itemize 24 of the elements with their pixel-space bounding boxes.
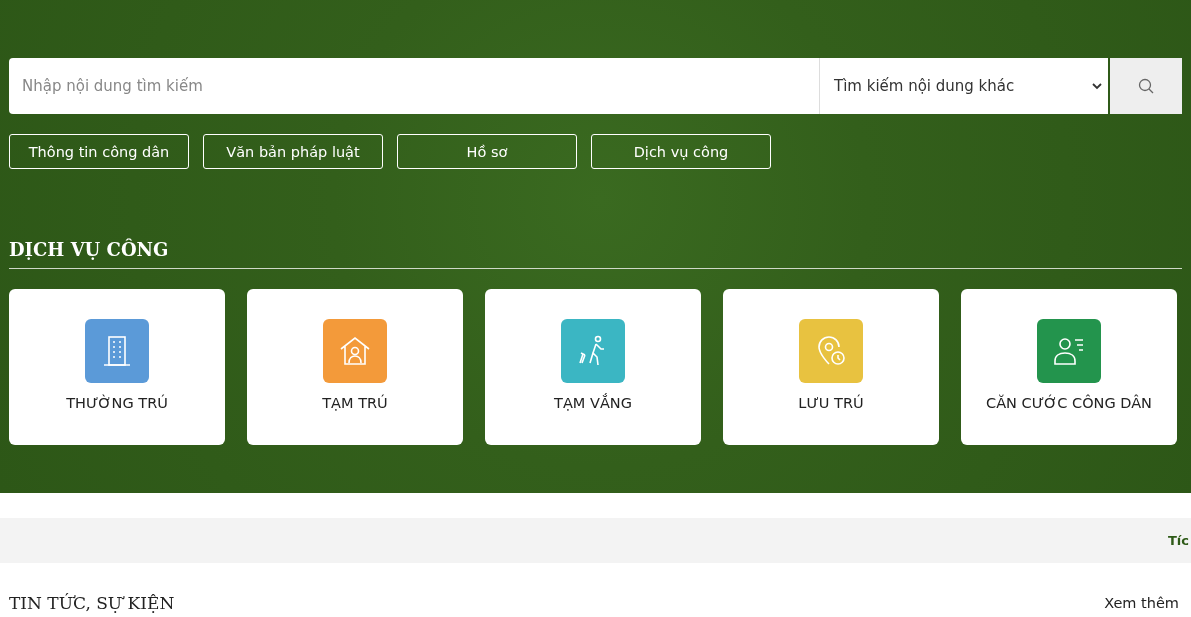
service-card[interactable]: TẠM VẮNG: [485, 289, 701, 445]
service-card[interactable]: CĂN CƯỚC CÔNG DÂN: [961, 289, 1177, 445]
quick-link-button[interactable]: Văn bản pháp luật: [203, 134, 383, 169]
service-label: THƯỜNG TRÚ: [66, 395, 168, 411]
chevron-icon: [1092, 82, 1102, 90]
search-scope-dropdown[interactable]: Tìm kiếm nội dung khác: [819, 58, 1108, 114]
see-more-link[interactable]: Xem thêm: [1104, 595, 1179, 611]
service-label: CĂN CƯỚC CÔNG DÂN: [986, 395, 1152, 411]
quick-link-button[interactable]: Thông tin công dân: [9, 134, 189, 169]
quick-link-button[interactable]: Dịch vụ công: [591, 134, 771, 169]
service-label: TẠM TRÚ: [322, 395, 388, 411]
house-icon: [338, 334, 372, 368]
section-heading: TIN TỨC, SỰ KIỆN: [9, 593, 175, 613]
service-card[interactable]: TẠM TRÚ: [247, 289, 463, 445]
section-heading: DỊCH VỤ CÔNG: [9, 239, 170, 260]
search-button[interactable]: [1110, 58, 1182, 114]
service-label: LƯU TRÚ: [798, 395, 864, 411]
search-icon: [1138, 78, 1154, 94]
service-card[interactable]: THƯỜNG TRÚ: [9, 289, 225, 445]
quick-link-button[interactable]: Hồ sơ: [397, 134, 577, 169]
service-card[interactable]: LƯU TRÚ: [723, 289, 939, 445]
search-field[interactable]: Nhập nội dung tìm kiếm: [9, 58, 819, 114]
ticker-text: Tíc: [1167, 533, 1189, 548]
service-label: TẠM VẮNG: [554, 395, 632, 411]
